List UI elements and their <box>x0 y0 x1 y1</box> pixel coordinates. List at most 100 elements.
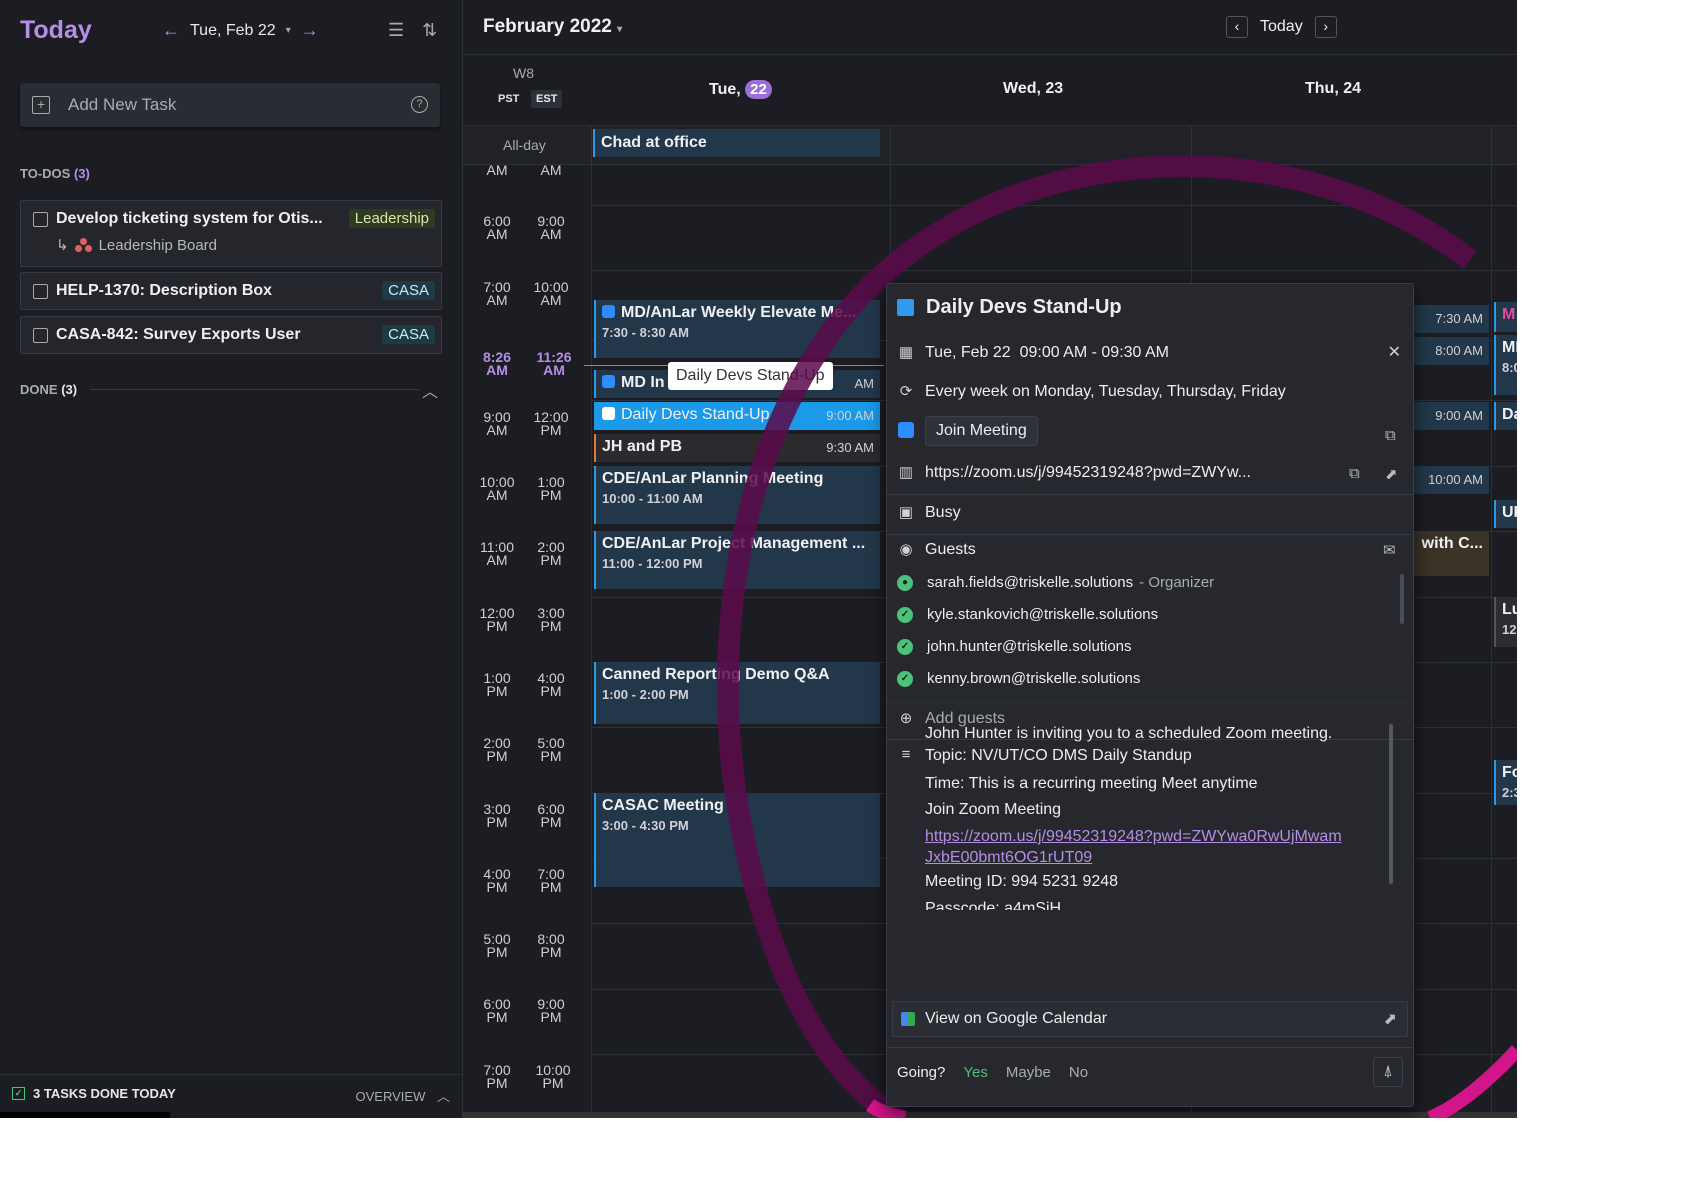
overview-button[interactable]: OVERVIEW ︿ <box>356 1086 450 1105</box>
time-label: 10:00 AM <box>479 474 515 503</box>
calendar-event[interactable]: Lu 12: <box>1494 597 1517 647</box>
going-label: Going? <box>897 1064 946 1081</box>
task-tag: CASA <box>382 281 435 300</box>
event-title: Lu <box>1502 601 1517 618</box>
calendar-event[interactable]: Fo 2:3 <box>1494 760 1517 805</box>
allday-event[interactable]: Chad at office <box>593 129 880 157</box>
event-time: 7:30 AM <box>1435 311 1483 326</box>
arrow-left-icon[interactable]: ← <box>162 20 180 41</box>
task-item[interactable]: HELP-1370: Description Box CASA <box>20 272 442 310</box>
time-label: 6:00 AM <box>483 213 511 242</box>
date-label[interactable]: Tue, Feb 22 <box>190 22 276 40</box>
description-line: Join Zoom Meeting <box>925 801 1062 818</box>
calendar-event-selected[interactable]: Daily Devs Stand-Up 9:00 AM <box>594 402 880 430</box>
calendar-event[interactable]: 10:00 AM <box>1403 466 1489 494</box>
done-header[interactable]: DONE (3) <box>20 382 77 397</box>
copy-icon[interactable]: ⧉ <box>1349 465 1360 482</box>
guest-item[interactable]: ✓ kyle.stankovich@triskelle.solutions <box>897 606 1158 623</box>
event-time: 7:30 - 8:30 AM <box>602 325 689 340</box>
filter-icon[interactable]: ☰ <box>388 20 404 41</box>
guest-item[interactable]: ✓ john.hunter@triskelle.solutions <box>897 638 1132 655</box>
current-time-est: 11:26 AM <box>536 349 572 378</box>
rsvp-maybe[interactable]: Maybe <box>1006 1064 1051 1081</box>
accepted-check-icon: ✓ <box>897 638 913 655</box>
calendar-nav: ‹ Today › <box>1226 16 1337 38</box>
task-checkbox[interactable] <box>33 328 48 343</box>
current-time-pst: 8:26 AM <box>482 349 512 378</box>
time-label: 1:00 PM <box>483 670 511 699</box>
description-line: Topic: NV/UT/CO DMS Daily Standup <box>925 747 1192 764</box>
accepted-check-icon: ✓ <box>897 606 913 623</box>
event-title: CDE/AnLar Project Management ... <box>602 535 866 552</box>
recurrence-row: ⟳ Every week on Monday, Tuesday, Thursda… <box>897 383 1286 401</box>
arrow-right-icon[interactable]: → <box>301 20 319 41</box>
meeting-link[interactable]: https://zoom.us/j/99452319248?pwd=ZWYw..… <box>925 464 1251 482</box>
done-label: DONE <box>20 382 58 397</box>
user-icon: ◉ <box>899 541 913 558</box>
calendar-event[interactable]: CDE/AnLar Planning Meeting 10:00 - 11:00… <box>594 466 880 524</box>
day-header-thu[interactable]: Thu, 24 <box>1305 80 1361 98</box>
calendar-event[interactable]: 9:00 AM <box>1403 402 1489 430</box>
rsvp-no[interactable]: No <box>1069 1064 1088 1081</box>
calendar-event[interactable]: with C... <box>1403 531 1489 576</box>
busy-status[interactable]: Busy <box>925 504 961 522</box>
status-row: ▣ Busy <box>897 504 961 522</box>
timezone-est[interactable]: EST <box>531 90 563 108</box>
guests-scrollbar[interactable] <box>1400 574 1404 624</box>
mail-icon[interactable]: ✉ <box>1383 541 1396 559</box>
more-options-icon[interactable]: ⍋ <box>1373 1057 1403 1087</box>
organizer-icon: ● <box>897 574 913 591</box>
calendar-event[interactable]: Da <box>1494 402 1517 430</box>
task-item[interactable]: CASA-842: Survey Exports User CASA <box>20 316 442 354</box>
close-icon[interactable]: ✕ <box>1388 342 1401 362</box>
chevron-up-icon[interactable]: ︿ <box>422 378 438 402</box>
tasks-done-summary[interactable]: ✓ 3 TASKS DONE TODAY <box>12 1086 176 1101</box>
calendar-event[interactable]: MD/AnLar Weekly Elevate Me... 7:30 - 8:3… <box>594 300 880 358</box>
recurrence-text[interactable]: Every week on Monday, Tuesday, Thursday,… <box>925 383 1286 401</box>
today-button[interactable]: Today <box>1260 18 1303 36</box>
copy-icon[interactable]: ⧉ <box>1385 427 1396 444</box>
task-checkbox[interactable] <box>33 212 48 227</box>
calendar-event[interactable]: CASAC Meeting 3:00 - 4:30 PM <box>594 793 880 887</box>
guest-item[interactable]: ✓ kenny.brown@triskelle.solutions <box>897 670 1140 687</box>
calendar-event[interactable]: MI 8:0 <box>1494 335 1517 395</box>
sort-icon[interactable]: ⇅ <box>422 20 437 41</box>
add-task-input[interactable]: + Add New Task ? <box>20 83 440 127</box>
day-header-tue[interactable]: Tue, 22 <box>709 80 772 99</box>
calendar-event[interactable]: JH and PB 9:30 AM <box>594 434 880 462</box>
view-google-calendar-button[interactable]: View on Google Calendar ⬈ <box>892 1001 1408 1037</box>
task-checkbox[interactable] <box>33 284 48 299</box>
zoom-icon <box>897 422 915 440</box>
next-icon[interactable]: › <box>1314 16 1337 38</box>
month-title[interactable]: February 2022 ▾ <box>483 16 622 38</box>
calendar-event[interactable]: 7:30 AM <box>1403 305 1489 333</box>
time-label: 4:00 PM <box>537 670 565 699</box>
description-scrollbar[interactable] <box>1389 724 1393 884</box>
calendar-event[interactable]: UP <box>1494 500 1517 528</box>
event-time: 10:00 AM <box>1428 472 1483 487</box>
caret-down-icon: ▾ <box>617 24 623 35</box>
calendar-event[interactable]: Canned Reporting Demo Q&A 1:00 - 2:00 PM <box>594 662 880 724</box>
calendar-event[interactable]: M <box>1494 302 1517 332</box>
help-icon[interactable]: ? <box>411 96 428 113</box>
task-item[interactable]: Develop ticketing system for Otis... Lea… <box>20 200 442 267</box>
zoom-link[interactable]: https://zoom.us/j/99452319248?pwd=ZWYwa0… <box>925 828 1342 845</box>
calendar-event[interactable]: 8:00 AM <box>1403 337 1489 365</box>
external-link-icon[interactable]: ⬈ <box>1385 465 1398 483</box>
allday-label: All-day <box>503 137 546 153</box>
event-title: Daily Devs Stand-Up <box>621 406 770 423</box>
guests-label: Guests <box>925 541 976 558</box>
time-label: 5:00 PM <box>537 735 565 764</box>
timezone-pst[interactable]: PST <box>493 90 524 108</box>
prev-icon[interactable]: ‹ <box>1226 16 1248 38</box>
asana-icon <box>74 238 93 252</box>
rsvp-yes[interactable]: Yes <box>963 1064 987 1081</box>
horizontal-scrollbar[interactable] <box>462 1112 1517 1118</box>
guest-item[interactable]: ● sarah.fields@triskelle.solutions - Org… <box>897 574 1214 591</box>
zoom-link-continued[interactable]: JxbE00bmt6OG1rUT09 <box>925 849 1092 866</box>
calendar-event[interactable]: CDE/AnLar Project Management ... 11:00 -… <box>594 531 880 589</box>
event-datetime[interactable]: Tue, Feb 22 09:00 AM - 09:30 AM <box>925 344 1169 362</box>
join-meeting-button[interactable]: Join Meeting <box>925 416 1038 446</box>
caret-down-icon[interactable]: ▾ <box>286 25 291 36</box>
day-header-wed[interactable]: Wed, 23 <box>1003 80 1063 98</box>
